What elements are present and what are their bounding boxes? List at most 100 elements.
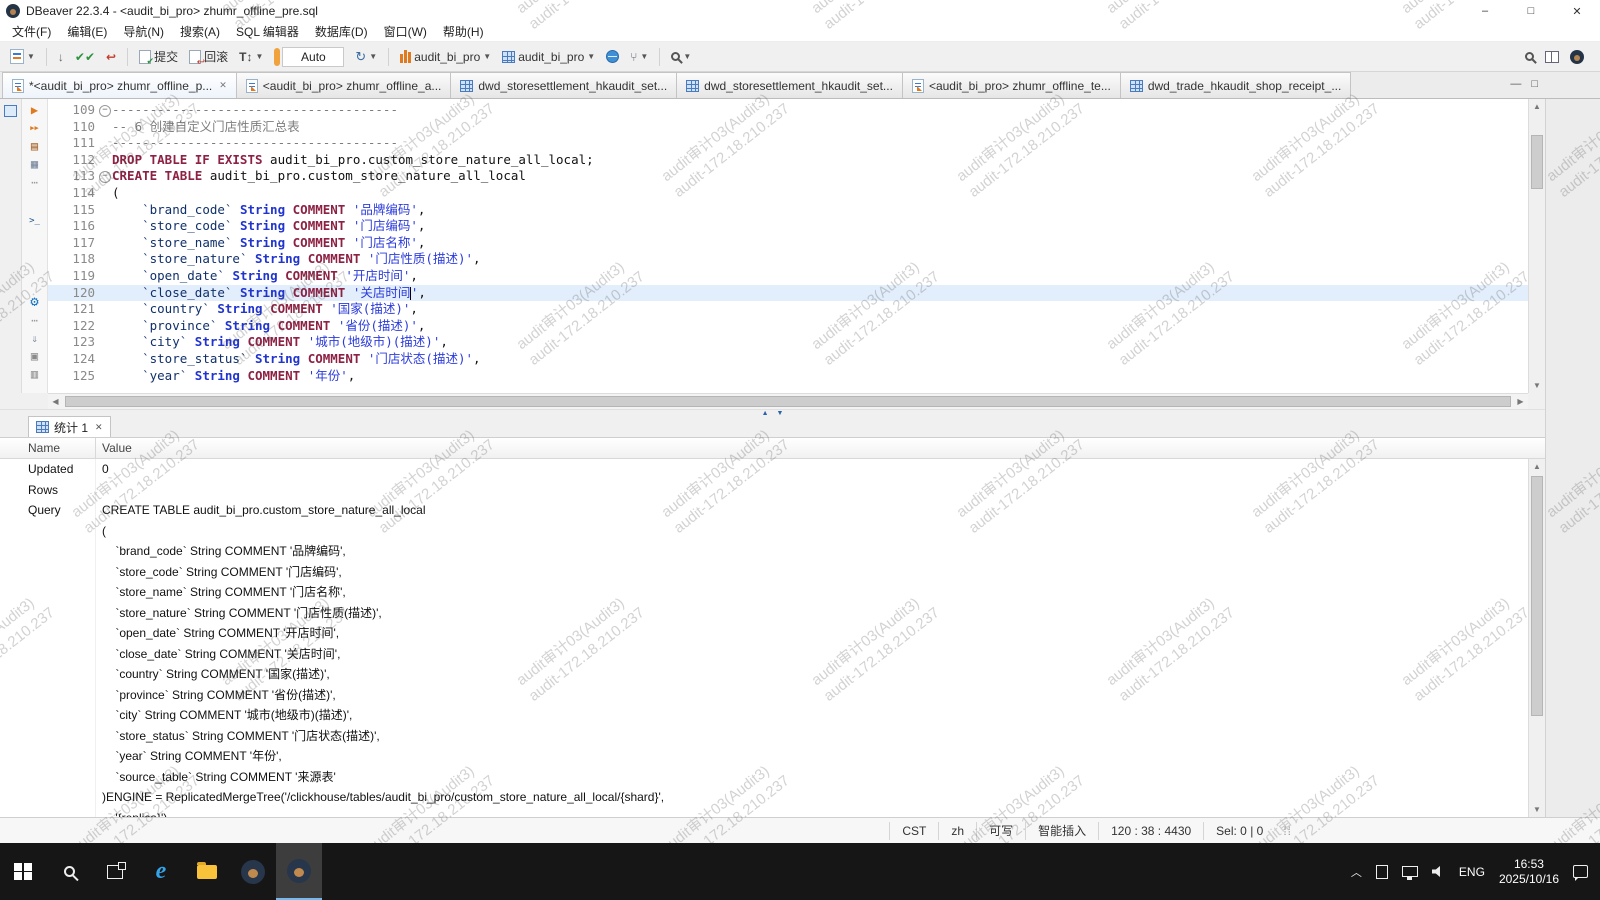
editor-tab[interactable]: <audit_bi_pro> zhumr_offline_te... — [901, 72, 1121, 98]
code-line[interactable]: 122 `province` String COMMENT '省份(描述)', — [48, 318, 1528, 335]
new-sql-editor-button[interactable]: ▼ — [6, 47, 39, 66]
restore-view-icon[interactable] — [4, 105, 17, 117]
editor-vertical-scrollbar[interactable]: ▲ ▼ — [1528, 99, 1545, 393]
menu-item[interactable]: 帮助(H) — [435, 22, 492, 42]
stats-row[interactable]: Query CREATE TABLE audit_bi_pro.custom_st… — [0, 500, 1528, 817]
volume-icon[interactable] — [1431, 866, 1440, 877]
start-button[interactable] — [0, 843, 46, 900]
close-button[interactable]: ✕ — [1554, 0, 1600, 22]
hidden-icons-chevron[interactable]: ︿ — [1351, 864, 1362, 880]
scrollbar-thumb[interactable] — [1531, 135, 1543, 189]
overflow-dots-icon[interactable]: ⋯ — [31, 176, 38, 189]
scrollbar-thumb[interactable] — [65, 396, 1511, 407]
panel-sash[interactable]: ▲ ▼ — [0, 409, 1545, 417]
dbeaver-home-button[interactable] — [1566, 48, 1594, 66]
menu-item[interactable]: 搜索(A) — [172, 22, 228, 42]
code-line[interactable]: 114 ( — [48, 185, 1528, 202]
stats-tab[interactable]: 统计 1 ✕ — [28, 416, 111, 437]
export-result-icon[interactable]: ⇓ — [31, 332, 38, 345]
overflow-dots-icon[interactable]: ⋯ — [31, 314, 38, 327]
database-connection-icon[interactable]: ▥ — [31, 368, 38, 381]
code-line[interactable]: 121 `country` String COMMENT '国家(描述)', — [48, 301, 1528, 318]
maximize-button[interactable]: □ — [1508, 0, 1554, 22]
menu-item[interactable]: 窗口(W) — [376, 22, 435, 42]
menu-item[interactable]: SQL 编辑器 — [228, 22, 307, 42]
editor-tab[interactable]: dwd_storesettlement_hkaudit_set... — [450, 72, 678, 98]
language-indicator[interactable]: ENG — [1459, 865, 1485, 879]
explain-plan-icon[interactable]: ▦ — [31, 158, 38, 171]
status-segment[interactable]: 120 : 38 : 4430 — [1098, 821, 1203, 840]
code-line[interactable]: 112 DROP TABLE IF EXISTS audit_bi_pro.cus… — [48, 152, 1528, 169]
menu-item[interactable]: 文件(F) — [4, 22, 59, 42]
stats-vertical-scrollbar[interactable]: ▲ ▼ — [1528, 459, 1545, 817]
scrollbar-thumb[interactable] — [1531, 476, 1543, 716]
code-line[interactable]: 109 -------------------------------------… — [48, 102, 1528, 119]
refresh-button[interactable]: ↻ ▼ — [351, 47, 381, 67]
perspective-button[interactable] — [1541, 49, 1563, 65]
status-segment[interactable]: 智能插入 — [1025, 821, 1098, 840]
commit-icon-button[interactable]: ✔✔ — [71, 48, 99, 66]
internet-explorer-button[interactable]: e — [138, 843, 184, 900]
menu-item[interactable]: 数据库(D) — [307, 22, 376, 42]
editor-horizontal-scrollbar[interactable]: ◀ ▶ — [48, 393, 1528, 409]
maximize-editor-icon[interactable]: □ — [1531, 78, 1538, 90]
quick-search-button[interactable] — [1521, 50, 1538, 63]
code-line[interactable]: 116 `store_code` String COMMENT '门店编码', — [48, 218, 1528, 235]
code-line[interactable]: 118 `store_nature` String COMMENT '门店性质(… — [48, 251, 1528, 268]
scroll-up-icon[interactable]: ▲ — [1529, 459, 1545, 474]
execute-script-icon[interactable]: ▶▶ — [30, 122, 38, 135]
commit-button[interactable]: 提交 — [135, 46, 182, 67]
fold-marker[interactable] — [98, 168, 112, 185]
settings-icon[interactable]: ⚙ — [30, 295, 38, 309]
code-line[interactable]: 124 `store_status` String COMMENT '门店状态(… — [48, 351, 1528, 368]
open-console-icon[interactable]: >_ — [29, 215, 40, 228]
transaction-mode-button[interactable]: T↕ ▼ — [235, 48, 267, 66]
search-menu-button[interactable]: ▼ — [667, 50, 695, 63]
scroll-right-icon[interactable]: ▶ — [1513, 394, 1528, 409]
minimize-editor-icon[interactable]: — — [1510, 78, 1521, 90]
code-line[interactable]: 117 `store_name` String COMMENT '门店名称', — [48, 235, 1528, 252]
code-line[interactable]: 119 `open_date` String COMMENT '开店时间', — [48, 268, 1528, 285]
schema-selector[interactable]: audit_bi_pro ▼ — [498, 48, 599, 66]
commit-mode-select[interactable]: Auto — [282, 46, 345, 67]
status-segment[interactable]: zh — [938, 821, 976, 840]
scroll-up-icon[interactable]: ▲ — [1529, 99, 1545, 114]
value-column-header[interactable]: Value — [96, 438, 1545, 458]
clock[interactable]: 16:53 2025/10/16 — [1499, 857, 1559, 887]
code-line[interactable]: 125 `year` String COMMENT '年份', — [48, 368, 1528, 385]
stats-row[interactable]: Updated Rows 0 — [0, 459, 1528, 500]
name-column-header[interactable]: Name — [0, 438, 96, 458]
scroll-left-icon[interactable]: ◀ — [48, 394, 63, 409]
network-profile-button[interactable] — [602, 48, 623, 65]
execute-statement-icon[interactable]: ▶ — [31, 104, 38, 117]
taskbar-search-button[interactable] — [46, 843, 92, 900]
minimize-button[interactable]: – — [1462, 0, 1508, 22]
fetch-button[interactable]: ↓ — [54, 48, 68, 66]
editor-tab[interactable]: dwd_trade_hkaudit_shop_receipt_... — [1119, 72, 1352, 98]
editor-tab[interactable]: *<audit_bi_pro> zhumr_offline_p... ✕ — [2, 72, 237, 98]
save-file-icon[interactable]: ▣ — [31, 350, 38, 363]
dbeaver-taskbar-button-active[interactable] — [276, 843, 322, 900]
code-line[interactable]: 120 `close_date` String COMMENT '关店时间', — [48, 284, 1528, 302]
database-selector[interactable]: audit_bi_pro ▼ — [396, 48, 495, 66]
scroll-down-icon[interactable]: ▼ — [1529, 802, 1545, 817]
network-icon[interactable] — [1401, 866, 1418, 880]
menu-item[interactable]: 导航(N) — [115, 22, 172, 42]
collapse-down-icon[interactable]: ▼ — [777, 410, 784, 418]
fold-marker[interactable] — [98, 102, 112, 119]
task-button[interactable]: ⑂ ▼ — [626, 48, 652, 66]
rollback-icon-button[interactable]: ↩ — [102, 48, 120, 66]
ime-tray-icon[interactable] — [1375, 864, 1388, 879]
sql-editor[interactable]: 109 -------------------------------------… — [48, 99, 1528, 393]
menu-item[interactable]: 编辑(E) — [59, 22, 115, 42]
editor-tab[interactable]: <audit_bi_pro> zhumr_offline_a... — [235, 72, 452, 98]
scroll-down-icon[interactable]: ▼ — [1529, 378, 1545, 393]
collapse-up-icon[interactable]: ▲ — [762, 410, 769, 418]
execute-new-tab-icon[interactable]: ▤ — [31, 140, 38, 153]
file-explorer-button[interactable] — [184, 843, 230, 900]
task-view-button[interactable] — [92, 843, 138, 900]
code-line[interactable]: 115 `brand_code` String COMMENT '品牌编码', — [48, 202, 1528, 219]
status-segment[interactable]: Sel: 0 | 0 — [1203, 821, 1275, 840]
action-center-icon[interactable] — [1573, 865, 1588, 881]
close-tab-icon[interactable]: ✕ — [93, 422, 103, 433]
